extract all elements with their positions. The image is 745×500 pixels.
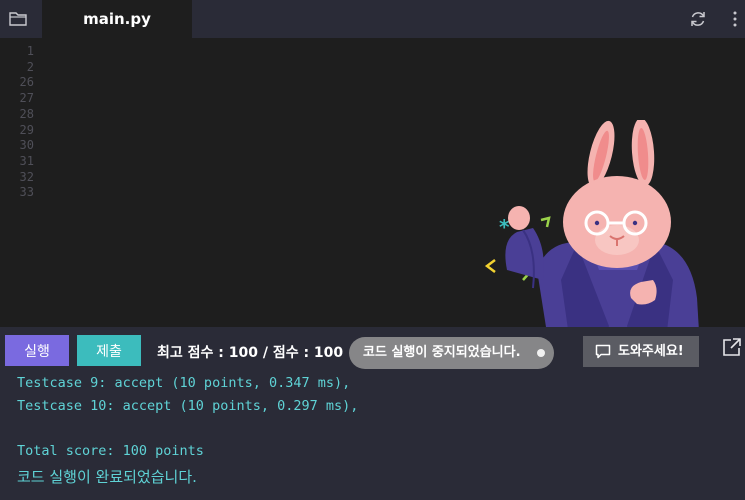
execution-stopped-toast: 코드 실행이 중지되었습니다. [349, 337, 554, 369]
line-number: 30 [19, 138, 34, 153]
help-button[interactable]: 도와주세요! [583, 336, 699, 367]
line-number: 1 [26, 44, 34, 58]
console-line: 코드 실행이 완료되었습니다. [17, 468, 197, 486]
chat-icon [595, 344, 611, 359]
code-editor[interactable]: 1 2 26 27 28 29 30 31 32 33 * * [0, 38, 745, 365]
toast-message: 코드 실행이 중지되었습니다. [363, 345, 521, 360]
score-display: 최고 점수 : 100 / 점수 : 100 [157, 345, 344, 361]
more-options-icon[interactable] [730, 10, 740, 28]
line-number: 26 [19, 75, 34, 90]
action-bar: 실행 제출 최고 점수 : 100 / 점수 : 100 코드 실행이 중지되었… [0, 327, 745, 374]
submit-button[interactable]: 제출 [77, 335, 141, 366]
line-number: 33 [19, 185, 34, 200]
run-button[interactable]: 실행 [5, 335, 69, 366]
line-number: 2 [26, 59, 34, 74]
help-button-label: 도와주세요! [618, 344, 684, 359]
tab-bar: main.py [0, 0, 745, 38]
refresh-icon[interactable] [689, 10, 707, 28]
line-number: 28 [19, 106, 34, 121]
external-link-icon[interactable] [722, 337, 742, 357]
line-number: 31 [19, 153, 34, 168]
line-number: 29 [19, 122, 34, 137]
console-line: Testcase 9: accept (10 points, 0.347 ms)… [17, 375, 351, 391]
toast-dot-icon [537, 349, 545, 357]
line-number-gutter: 1 2 26 27 28 29 30 31 32 33 [0, 44, 34, 201]
line-number: 32 [19, 169, 34, 184]
console-line: Testcase 10: accept (10 points, 0.297 ms… [17, 398, 359, 414]
file-tab-main[interactable]: main.py [42, 0, 192, 38]
line-number: 27 [19, 91, 34, 106]
console-output[interactable]: Testcase 9: accept (10 points, 0.347 ms)… [0, 374, 745, 500]
console-line: Total score: 100 points [17, 443, 204, 459]
folder-icon[interactable] [9, 11, 27, 26]
